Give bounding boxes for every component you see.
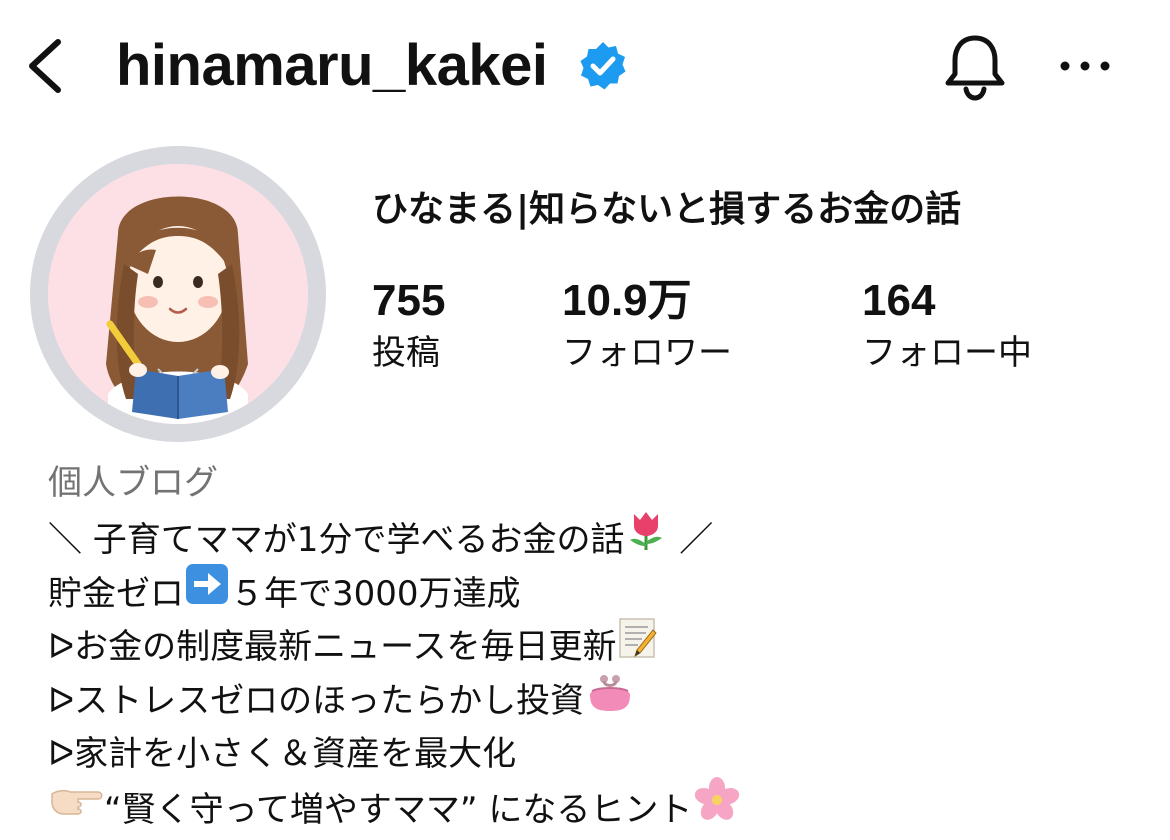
profile-username: hinamaru_kakei bbox=[116, 30, 547, 102]
bio-text: ᐅお金の制度最新ニュースを毎日更新 bbox=[48, 627, 616, 667]
bio-text: ＼ 子育てママが1分で学べるお金の話 bbox=[48, 520, 624, 560]
bio-text: 貯金ゼロ bbox=[48, 574, 184, 614]
chevron-left-icon bbox=[22, 34, 72, 98]
profile-category: 個人ブログ bbox=[48, 460, 218, 506]
bio-line: ᐅ家計を小さく＆資産を最大化 bbox=[48, 728, 1148, 782]
following-label: フォロー中 bbox=[862, 330, 1032, 376]
stat-followers[interactable]: 10.9万 フォロワー bbox=[562, 276, 732, 376]
profile-display-name: ひなまる|知らないと損するお金の話 bbox=[372, 186, 961, 234]
more-options-button[interactable] bbox=[1052, 48, 1118, 84]
verified-badge-icon bbox=[577, 40, 629, 92]
notification-bell-button[interactable] bbox=[940, 30, 1010, 102]
right-arrow-emoji bbox=[184, 562, 230, 623]
bio-line: ＼ 子育てママが1分で学べるお金の話 ／ bbox=[48, 514, 1148, 568]
profile-bio: ＼ 子育てママが1分で学べるお金の話 ／ 貯金ゼロ ５年で3000万達成 ᐅお金… bbox=[48, 514, 1148, 835]
bio-text: ᐅ家計を小さく＆資産を最大化 bbox=[48, 734, 516, 774]
bio-line: “賢く守って増やすママ” になるヒント bbox=[48, 782, 1148, 836]
purse-emoji bbox=[584, 669, 636, 730]
avatar[interactable] bbox=[48, 164, 308, 424]
following-count: 164 bbox=[862, 276, 1032, 326]
bio-text: ５年で3000万達成 bbox=[230, 574, 521, 614]
bio-text: “賢く守って増やすママ” になるヒント bbox=[104, 789, 692, 829]
bio-line: 貯金ゼロ ５年で3000万達成 bbox=[48, 568, 1148, 622]
bio-text: ／ bbox=[668, 520, 713, 560]
bio-line: ᐅお金の制度最新ニュースを毎日更新 bbox=[48, 621, 1148, 675]
posts-label: 投稿 bbox=[372, 330, 445, 376]
cherry-blossom-emoji bbox=[692, 776, 742, 840]
followers-label: フォロワー bbox=[562, 330, 732, 376]
tulip-emoji bbox=[624, 508, 668, 569]
more-horizontal-icon bbox=[1052, 48, 1118, 84]
stat-following[interactable]: 164 フォロー中 bbox=[862, 276, 1032, 376]
back-button[interactable] bbox=[22, 34, 72, 98]
bell-icon bbox=[940, 30, 1010, 102]
posts-count: 755 bbox=[372, 276, 445, 326]
stat-posts[interactable]: 755 投稿 bbox=[372, 276, 445, 376]
memo-emoji bbox=[616, 615, 660, 676]
bio-text: ᐅストレスゼロのほったらかし投資 bbox=[48, 681, 584, 721]
avatar-illustration bbox=[48, 164, 308, 424]
profile-header: hinamaru_kakei bbox=[0, 0, 1170, 134]
pointing-hand-emoji bbox=[48, 780, 104, 837]
bio-line: ᐅストレスゼロのほったらかし投資 bbox=[48, 675, 1148, 729]
followers-count: 10.9万 bbox=[562, 276, 732, 326]
